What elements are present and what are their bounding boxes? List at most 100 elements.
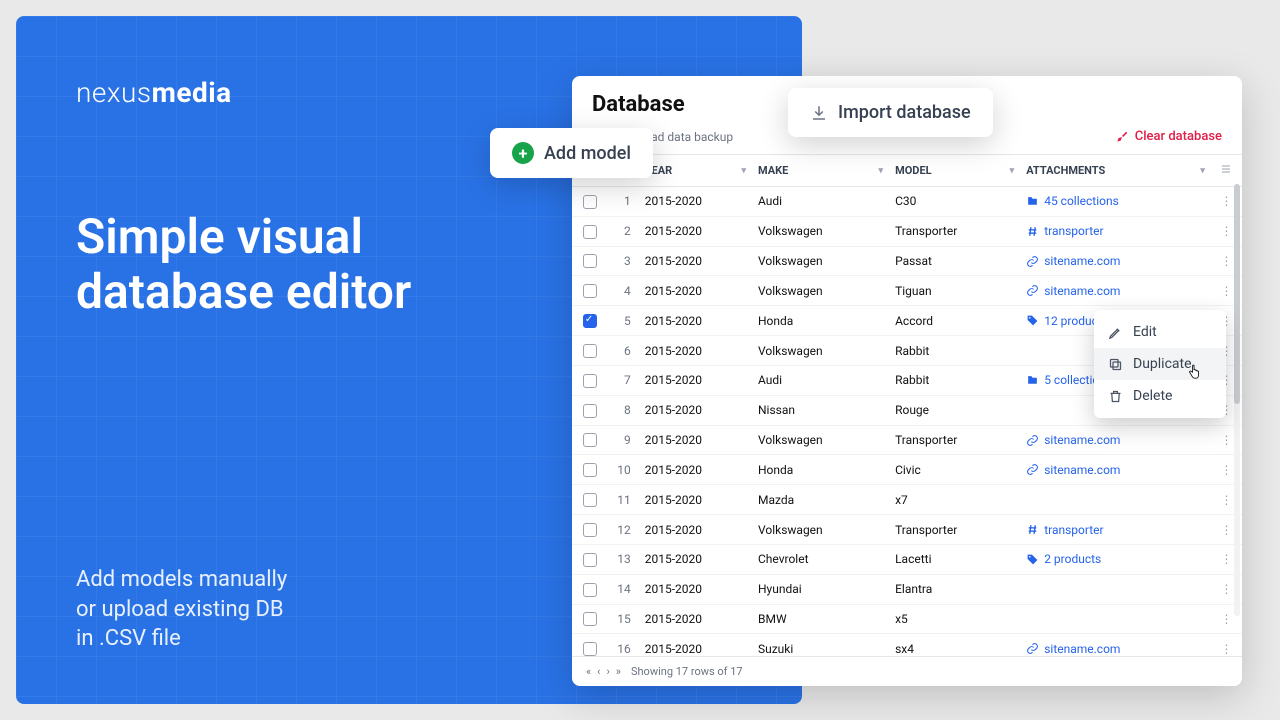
table-row[interactable]: 32015-2020VolkswagenPassatsitename.com⋮	[572, 246, 1242, 276]
row-checkbox[interactable]	[583, 612, 597, 626]
sort-caret-icon: ▾	[1200, 166, 1205, 176]
row-menu-button[interactable]: ⋮	[1220, 612, 1232, 626]
cell-attachments[interactable]	[1020, 485, 1211, 515]
table-row[interactable]: 122015-2020VolkswagenTransportertranspor…	[572, 515, 1242, 545]
row-menu-button[interactable]: ⋮	[1220, 642, 1232, 656]
table-row[interactable]: 152015-2020BMWx5⋮	[572, 604, 1242, 634]
table-header-row: YEAR▾ MAKE▾ MODEL▾ ATTACHMENTS▾	[572, 155, 1242, 187]
column-model[interactable]: MODEL▾	[889, 155, 1020, 187]
cell-attachments[interactable]: 2 products	[1020, 544, 1211, 574]
table-row[interactable]: 102015-2020HondaCivicsitename.com⋮	[572, 455, 1242, 485]
pager-prev[interactable]: ‹	[597, 665, 600, 678]
cell-model: Elantra	[889, 574, 1020, 604]
sort-caret-icon: ▾	[741, 166, 746, 176]
row-checkbox[interactable]	[583, 254, 597, 268]
table-row[interactable]: 162015-2020Suzukisx4sitename.com⋮	[572, 634, 1242, 656]
table-row[interactable]: 22015-2020VolkswagenTransportertransport…	[572, 216, 1242, 246]
cell-year: 2015-2020	[639, 425, 752, 455]
column-make[interactable]: MAKE▾	[752, 155, 889, 187]
cell-make: Mazda	[752, 485, 889, 515]
cell-make: Volkswagen	[752, 515, 889, 545]
cell-attachments[interactable]: sitename.com	[1020, 634, 1211, 656]
table-row[interactable]: 12015-2020AudiC3045 collections⋮	[572, 187, 1242, 217]
table-row[interactable]: 42015-2020VolkswagenTiguansitename.com⋮	[572, 276, 1242, 306]
cell-model: Lacetti	[889, 544, 1020, 574]
row-index: 3	[608, 246, 639, 276]
table-row[interactable]: 132015-2020ChevroletLacetti2 products⋮	[572, 544, 1242, 574]
context-duplicate[interactable]: Duplicate	[1094, 348, 1226, 380]
row-menu-button[interactable]: ⋮	[1220, 254, 1232, 268]
row-checkbox[interactable]	[583, 284, 597, 298]
clear-database-label: Clear database	[1135, 129, 1222, 144]
row-menu-button[interactable]: ⋮	[1220, 552, 1232, 566]
cell-attachments[interactable]: sitename.com	[1020, 425, 1211, 455]
add-model-button[interactable]: + Add model	[490, 128, 653, 178]
row-checkbox[interactable]	[583, 493, 597, 507]
cell-attachments[interactable]: transporter	[1020, 515, 1211, 545]
row-checkbox[interactable]	[583, 404, 597, 418]
row-checkbox[interactable]	[583, 523, 597, 537]
pager-last[interactable]: »	[616, 665, 621, 678]
cell-attachments[interactable]: transporter	[1020, 216, 1211, 246]
row-checkbox[interactable]	[583, 463, 597, 477]
row-menu-button[interactable]: ⋮	[1220, 493, 1232, 507]
column-attachments[interactable]: ATTACHMENTS▾	[1020, 155, 1211, 187]
row-menu-button[interactable]: ⋮	[1220, 224, 1232, 238]
row-checkbox[interactable]	[583, 225, 597, 239]
cell-attachments[interactable]: sitename.com	[1020, 276, 1211, 306]
plus-icon: +	[512, 142, 534, 164]
row-index: 7	[608, 365, 639, 395]
row-menu-button[interactable]: ⋮	[1220, 523, 1232, 537]
row-checkbox[interactable]	[583, 642, 597, 656]
cell-model: x7	[889, 485, 1020, 515]
cell-make: BMW	[752, 604, 889, 634]
cell-attachments[interactable]: 45 collections	[1020, 187, 1211, 217]
cell-make: Volkswagen	[752, 216, 889, 246]
row-menu-button[interactable]: ⋮	[1220, 433, 1232, 447]
column-settings[interactable]	[1211, 155, 1242, 187]
hero-sub-line: in .CSV file	[76, 624, 287, 654]
brand-bold: media	[152, 76, 232, 109]
row-checkbox[interactable]	[583, 344, 597, 358]
row-menu-button[interactable]: ⋮	[1220, 582, 1232, 596]
cell-attachments[interactable]	[1020, 574, 1211, 604]
row-index: 1	[608, 187, 639, 217]
row-checkbox[interactable]	[583, 195, 597, 209]
cell-model: x5	[889, 604, 1020, 634]
row-checkbox[interactable]	[583, 314, 597, 328]
pager-first[interactable]: «	[586, 665, 591, 678]
cell-year: 2015-2020	[639, 395, 752, 425]
row-checkbox[interactable]	[583, 553, 597, 567]
broom-icon	[1115, 130, 1129, 144]
cell-make: Volkswagen	[752, 336, 889, 366]
cell-make: Volkswagen	[752, 425, 889, 455]
import-database-button[interactable]: Import database	[788, 88, 993, 137]
row-menu-button[interactable]: ⋮	[1220, 463, 1232, 477]
cell-year: 2015-2020	[639, 604, 752, 634]
context-edit[interactable]: Edit	[1094, 316, 1226, 348]
cell-year: 2015-2020	[639, 276, 752, 306]
scrollbar[interactable]	[1234, 184, 1240, 616]
row-checkbox[interactable]	[583, 374, 597, 388]
pager-next[interactable]: ›	[606, 665, 609, 678]
attachment-label: sitename.com	[1044, 284, 1120, 298]
cell-attachments[interactable]: sitename.com	[1020, 246, 1211, 276]
row-checkbox[interactable]	[583, 583, 597, 597]
scroll-thumb[interactable]	[1234, 184, 1240, 404]
cell-attachments[interactable]	[1020, 604, 1211, 634]
row-index: 9	[608, 425, 639, 455]
column-year[interactable]: YEAR▾	[639, 155, 752, 187]
cell-attachments[interactable]: sitename.com	[1020, 455, 1211, 485]
sort-caret-icon: ▾	[1010, 166, 1015, 176]
attachment-label: sitename.com	[1044, 433, 1120, 447]
clear-database-button[interactable]: Clear database	[1115, 129, 1222, 144]
table-row[interactable]: 92015-2020VolkswagenTransportersitename.…	[572, 425, 1242, 455]
table-row[interactable]: 142015-2020HyundaiElantra⋮	[572, 574, 1242, 604]
table-row[interactable]: 112015-2020Mazdax7⋮	[572, 485, 1242, 515]
cell-model: sx4	[889, 634, 1020, 656]
row-index: 14	[608, 574, 639, 604]
row-menu-button[interactable]: ⋮	[1220, 284, 1232, 298]
row-menu-button[interactable]: ⋮	[1220, 194, 1232, 208]
context-delete[interactable]: Delete	[1094, 380, 1226, 412]
row-checkbox[interactable]	[583, 433, 597, 447]
